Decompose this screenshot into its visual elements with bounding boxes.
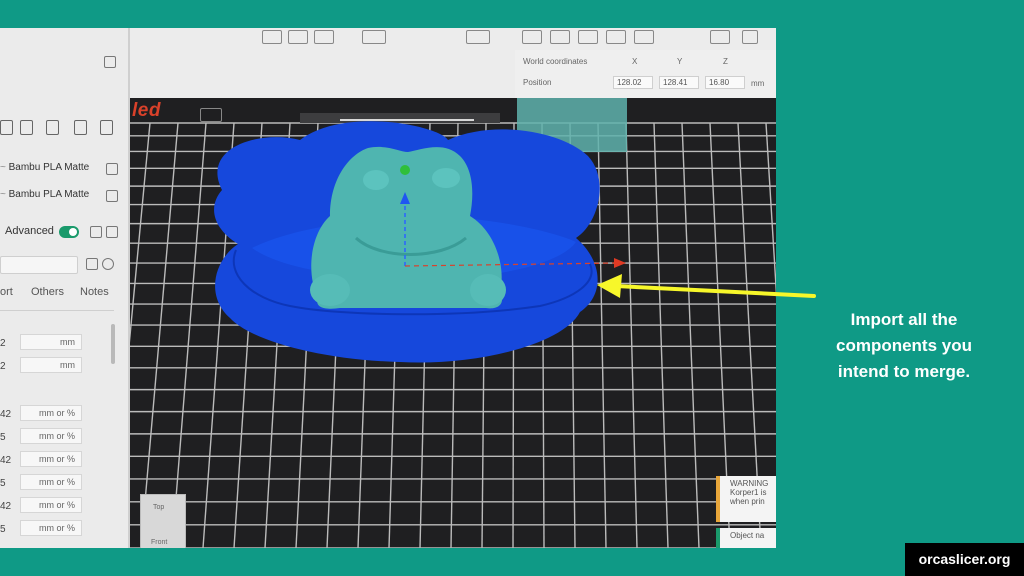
param-value: 42 bbox=[0, 501, 12, 512]
param-value: 2 bbox=[0, 338, 6, 349]
sidebar-tool-icon-3[interactable] bbox=[46, 120, 59, 135]
param-input[interactable]: mm or % bbox=[20, 405, 82, 421]
edit-filament-icon[interactable] bbox=[106, 190, 118, 202]
filament-name: Bambu PLA Matte bbox=[8, 162, 90, 173]
world-coordinates-label: World coordinates bbox=[523, 57, 588, 66]
tab-notes[interactable]: Notes bbox=[80, 286, 109, 298]
text-tool-icon[interactable] bbox=[742, 30, 758, 44]
warning-line: Korper1 is bbox=[730, 488, 767, 497]
view-navigation-cube[interactable]: Top Front bbox=[140, 494, 186, 548]
position-x-input[interactable]: 128.02 bbox=[613, 76, 653, 89]
paint-support-icon[interactable] bbox=[710, 30, 730, 44]
cut-tool-icon[interactable] bbox=[606, 30, 626, 44]
tab-support[interactable]: ort bbox=[0, 286, 13, 298]
advanced-label: Advanced bbox=[5, 225, 54, 237]
settings-icon[interactable] bbox=[106, 226, 118, 238]
compare-icon[interactable] bbox=[90, 226, 102, 238]
sidebar-scrollbar[interactable] bbox=[111, 324, 115, 364]
cube-front-face[interactable]: Front bbox=[151, 539, 167, 546]
save-icon[interactable] bbox=[86, 258, 98, 270]
advanced-toggle[interactable] bbox=[59, 226, 79, 238]
edit-plate-icon[interactable] bbox=[200, 108, 222, 122]
param-value: 5 bbox=[0, 478, 6, 489]
y-axis-label: Y bbox=[677, 57, 683, 66]
site-badge: orcaslicer.org bbox=[905, 543, 1024, 576]
object-coordinates-panel: World coordinates X Y Z Position 128.02 … bbox=[515, 50, 776, 98]
sidebar-tool-icon-1[interactable] bbox=[0, 120, 13, 135]
param-input[interactable]: mm bbox=[20, 334, 82, 350]
param-input[interactable]: mm or % bbox=[20, 497, 82, 513]
param-value: 5 bbox=[0, 524, 6, 535]
object-notice-text: Object na bbox=[730, 531, 765, 540]
param-value: 5 bbox=[0, 432, 6, 443]
instruction-caption: Import all the components you intend to … bbox=[808, 307, 1000, 385]
z-axis-label: Z bbox=[723, 57, 728, 66]
sidebar-tool-icon-4[interactable] bbox=[74, 120, 87, 135]
position-label: Position bbox=[523, 78, 552, 87]
scale-tool-icon[interactable] bbox=[578, 30, 598, 44]
edit-icon[interactable] bbox=[104, 56, 116, 68]
param-value: 42 bbox=[0, 409, 12, 420]
split-icon[interactable] bbox=[466, 30, 490, 44]
caption-line: components you bbox=[835, 336, 972, 355]
left-sidebar: ~ Bambu PLA Matte ~ Bambu PLA Matte Adva… bbox=[0, 28, 130, 548]
search-icon[interactable] bbox=[102, 258, 114, 270]
tab-others[interactable]: Others bbox=[31, 286, 64, 298]
param-input[interactable]: mm or % bbox=[20, 451, 82, 467]
sidebar-tool-icon-2[interactable] bbox=[20, 120, 33, 135]
caption-line: intend to merge. bbox=[837, 362, 971, 381]
param-input[interactable]: mm bbox=[20, 357, 82, 373]
warning-notice: WARNING Korper1 is when prin bbox=[716, 476, 776, 522]
object-notice: Object na bbox=[716, 528, 776, 548]
param-input[interactable]: mm or % bbox=[20, 428, 82, 444]
param-value: 42 bbox=[0, 455, 12, 466]
arrange-icon[interactable] bbox=[314, 30, 334, 44]
x-axis-label: X bbox=[632, 57, 638, 66]
warning-line: when prin bbox=[730, 497, 765, 506]
warning-title: WARNING bbox=[730, 479, 769, 488]
add-icon[interactable] bbox=[262, 30, 282, 44]
param-input[interactable]: mm or % bbox=[20, 474, 82, 490]
position-unit: mm bbox=[751, 79, 765, 88]
position-y-input[interactable]: 128.41 bbox=[659, 76, 699, 89]
filament-name: Bambu PLA Matte bbox=[8, 189, 90, 200]
copy-icon[interactable] bbox=[288, 30, 308, 44]
search-input[interactable] bbox=[0, 256, 78, 274]
filament-row-1[interactable]: ~ Bambu PLA Matte bbox=[0, 162, 89, 173]
rotate-tool-icon[interactable] bbox=[550, 30, 570, 44]
lay-on-face-icon[interactable] bbox=[634, 30, 654, 44]
filament-row-2[interactable]: ~ Bambu PLA Matte bbox=[0, 189, 89, 200]
move-tool-icon[interactable] bbox=[522, 30, 542, 44]
param-value: 2 bbox=[0, 361, 6, 372]
param-input[interactable]: mm or % bbox=[20, 520, 82, 536]
tabs-divider bbox=[0, 310, 114, 311]
position-z-input[interactable]: 16.80 bbox=[705, 76, 745, 89]
slicer-screenshot-photo: led World coordinates X Y Z Position 128… bbox=[0, 28, 776, 548]
caption-line: Import all the bbox=[850, 310, 958, 329]
cube-top-face[interactable]: Top bbox=[153, 504, 164, 511]
logo-fragment: led bbox=[132, 100, 161, 121]
orient-icon[interactable] bbox=[362, 30, 386, 44]
sidebar-tool-icon-5[interactable] bbox=[100, 120, 113, 135]
edit-filament-icon[interactable] bbox=[106, 163, 118, 175]
